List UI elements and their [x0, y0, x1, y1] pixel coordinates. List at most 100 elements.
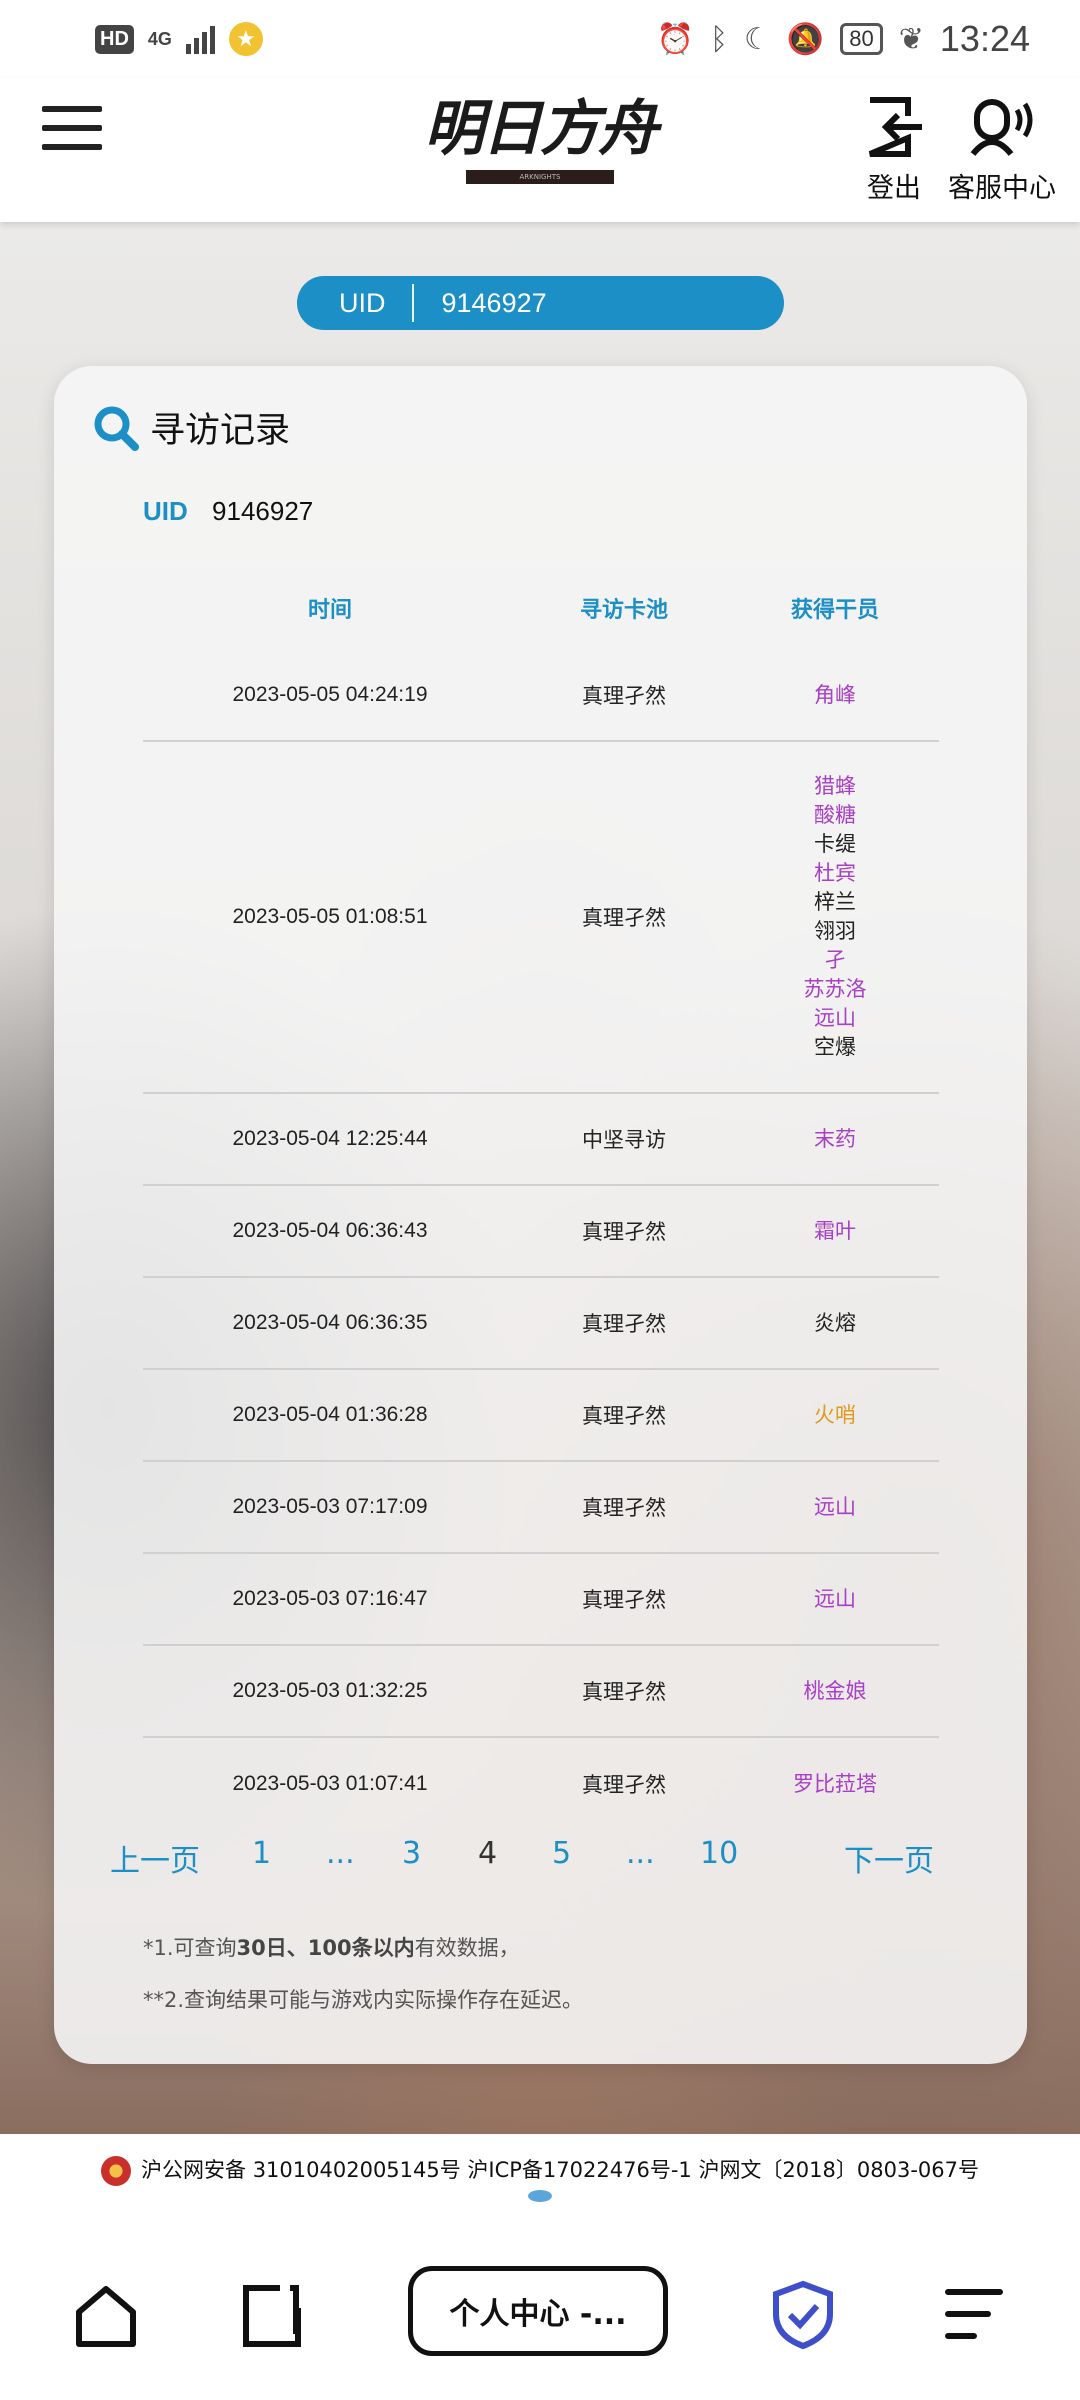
next-page-button[interactable]: 下一页: [844, 1836, 934, 1880]
record-table: 时间 寻访卡池 获得干员 2023-05-05 04:24:19 真理孑然 角峰 20…: [143, 566, 939, 1830]
search-icon: [94, 406, 139, 451]
record-time: 2023-05-03 07:16:47: [232, 1587, 428, 1610]
table-row: 2023-05-04 01:36:28 真理孑然 火哨: [143, 1370, 939, 1462]
operator-name: 酸糖: [814, 803, 856, 827]
personal-center-tab[interactable]: 个人中心 -...: [408, 2266, 668, 2356]
record-operators: 末药: [731, 1125, 939, 1154]
menu-lines-icon: [945, 2289, 1003, 2339]
page-3-button[interactable]: 3: [402, 1836, 421, 1871]
record-pool: 真理孑然: [582, 1312, 666, 1336]
page-10-button[interactable]: 10: [700, 1836, 738, 1871]
table-row: 2023-05-04 06:36:35 真理孑然 炎熔: [143, 1278, 939, 1370]
note-1: *1.可查询30日、100条以内有效数据，: [143, 1936, 520, 1960]
page-5-button[interactable]: 5: [552, 1836, 571, 1871]
table-row: 2023-05-03 01:07:41 真理孑然 罗比菈塔: [143, 1738, 939, 1830]
uid-line: UID 9146927: [143, 496, 313, 527]
record-pool: 真理孑然: [582, 1680, 666, 1704]
tabs-button[interactable]: [240, 2284, 304, 2352]
table-row: 2023-05-04 06:36:43 真理孑然 霜叶: [143, 1186, 939, 1278]
record-operators: 霜叶: [731, 1217, 939, 1246]
customer-service-icon: [970, 99, 1033, 156]
record-operators: 桃金娘: [731, 1677, 939, 1706]
operator-name: 远山: [814, 1586, 856, 1611]
license-bar: 沪公网安备 31010402005145号 沪ICP备17022476号-1 沪…: [0, 2134, 1080, 2224]
record-time: 2023-05-04 01:36:28: [232, 1403, 428, 1426]
record-operators: 远山: [731, 1493, 939, 1522]
arknights-logo[interactable]: 明日方舟 ARKNIGHTS: [420, 92, 660, 212]
uid-pill: UID 9146927: [297, 276, 784, 330]
operator-name: 霜叶: [814, 1218, 856, 1243]
record-time: 2023-05-04 06:36:43: [232, 1219, 428, 1242]
star-notification-icon: ★: [228, 22, 263, 56]
table-row: 2023-05-04 12:25:44 中坚寻访 末药: [143, 1094, 939, 1186]
shield-check-icon: [773, 2280, 833, 2350]
uid-pill-label: UID: [339, 287, 386, 318]
gacha-record-card: 寻访记录 UID 9146927 时间 寻访卡池 获得干员 2023-05-05…: [54, 366, 1027, 2064]
mini-logo-icon: [528, 2190, 552, 2202]
logout-button[interactable]: 登出: [856, 96, 932, 205]
operator-name: 孑: [824, 948, 846, 972]
status-bar: HD 4G ★ ⏰ ᛒ ☾ 🔕 80 ❦ 13:24: [0, 0, 1080, 78]
pagination: 上一页 1 ... 3 4 5 ... 10 下一页: [110, 1836, 980, 1888]
battery-indicator: 80: [840, 23, 883, 55]
table-body: 2023-05-05 04:24:19 真理孑然 角峰 2023-05-05 01:0…: [143, 650, 939, 1830]
record-operators: 罗比菈塔: [731, 1770, 939, 1799]
record-time: 2023-05-04 12:25:44: [232, 1127, 428, 1150]
record-operators: 猎蜂 酸糖 卡缇 杜宾 梓兰 翎羽孑苏苏洛 远山 空爆: [731, 772, 939, 1062]
record-pool: 真理孑然: [582, 1404, 666, 1428]
record-time: 2023-05-05 01:08:51: [232, 905, 428, 928]
operator-name: 火哨: [814, 1402, 856, 1427]
operator-name: 远山: [814, 1006, 856, 1030]
hd-badge: HD: [95, 24, 134, 54]
page-1-button[interactable]: 1: [252, 1836, 271, 1871]
home-button[interactable]: [74, 2284, 138, 2352]
table-row: 2023-05-03 07:16:47 真理孑然 远山: [143, 1554, 939, 1646]
record-pool: 中坚寻访: [582, 1128, 666, 1152]
record-operators: 火哨: [731, 1401, 939, 1430]
hamburger-menu-icon[interactable]: [42, 106, 102, 156]
clock: 13:24: [939, 18, 1030, 59]
browser-bottom-bar: 个人中心 -...: [0, 2224, 1080, 2400]
record-operators: 炎熔: [731, 1309, 939, 1338]
operator-name: 桃金娘: [803, 1678, 867, 1703]
prev-page-button[interactable]: 上一页: [110, 1836, 200, 1880]
record-time: 2023-05-03 07:17:09: [232, 1495, 428, 1518]
customer-service-button[interactable]: 客服中心: [944, 96, 1060, 205]
header-pool: 寻访卡池: [579, 598, 668, 623]
record-pool: 真理孑然: [582, 684, 666, 708]
record-time: 2023-05-03 01:32:25: [232, 1679, 428, 1702]
operator-name: 远山: [814, 1494, 856, 1519]
operator-name: 炎熔: [814, 1310, 856, 1335]
uid-line-value: 9146927: [212, 496, 314, 526]
record-pool: 真理孑然: [582, 1220, 666, 1244]
table-row: 2023-05-05 01:08:51 真理孑然 猎蜂 酸糖 卡缇 杜宾 梓兰 翎羽孑苏苏洛远…: [143, 742, 939, 1094]
security-shield-button[interactable]: [770, 2280, 836, 2354]
leaf-icon: ❦: [898, 21, 924, 57]
note-2: **2.查询结果可能与游戏内实际操作存在延迟。: [143, 1988, 584, 2012]
table-header: 时间 寻访卡池 获得干员: [143, 566, 939, 650]
operator-name: 梓兰: [814, 890, 856, 914]
record-time: 2023-05-03 01:07:41: [232, 1772, 428, 1795]
tabs-icon: [243, 2285, 301, 2347]
operator-name: 角峰: [814, 682, 856, 707]
operator-name: 罗比菈塔: [793, 1771, 877, 1796]
browser-menu-button[interactable]: [944, 2286, 1004, 2346]
page-ellipsis-left: ...: [326, 1836, 355, 1871]
uid-line-label: UID: [143, 496, 188, 526]
operator-name: 卡缇: [814, 832, 856, 856]
network-label: 4G: [147, 28, 172, 49]
header-time: 时间: [307, 598, 352, 623]
license-text: 沪公网安备 31010402005145号 沪ICP备17022476号-1 沪…: [141, 2158, 979, 2182]
do-not-disturb-icon: ☾: [744, 21, 771, 57]
record-pool: 真理孑然: [582, 1773, 666, 1797]
operator-name: 苏苏洛: [803, 977, 867, 1001]
bluetooth-icon: ᛒ: [710, 21, 729, 57]
operator-name: 空爆: [814, 1035, 856, 1059]
home-icon: [76, 2286, 136, 2347]
operator-name: 杜宾: [814, 861, 856, 885]
record-pool: 真理孑然: [582, 1588, 666, 1612]
alarm-icon: ⏰: [656, 21, 695, 57]
signal-icon: [185, 24, 215, 54]
record-operators: 角峰: [731, 681, 939, 710]
card-title-text: 寻访记录: [150, 411, 291, 451]
